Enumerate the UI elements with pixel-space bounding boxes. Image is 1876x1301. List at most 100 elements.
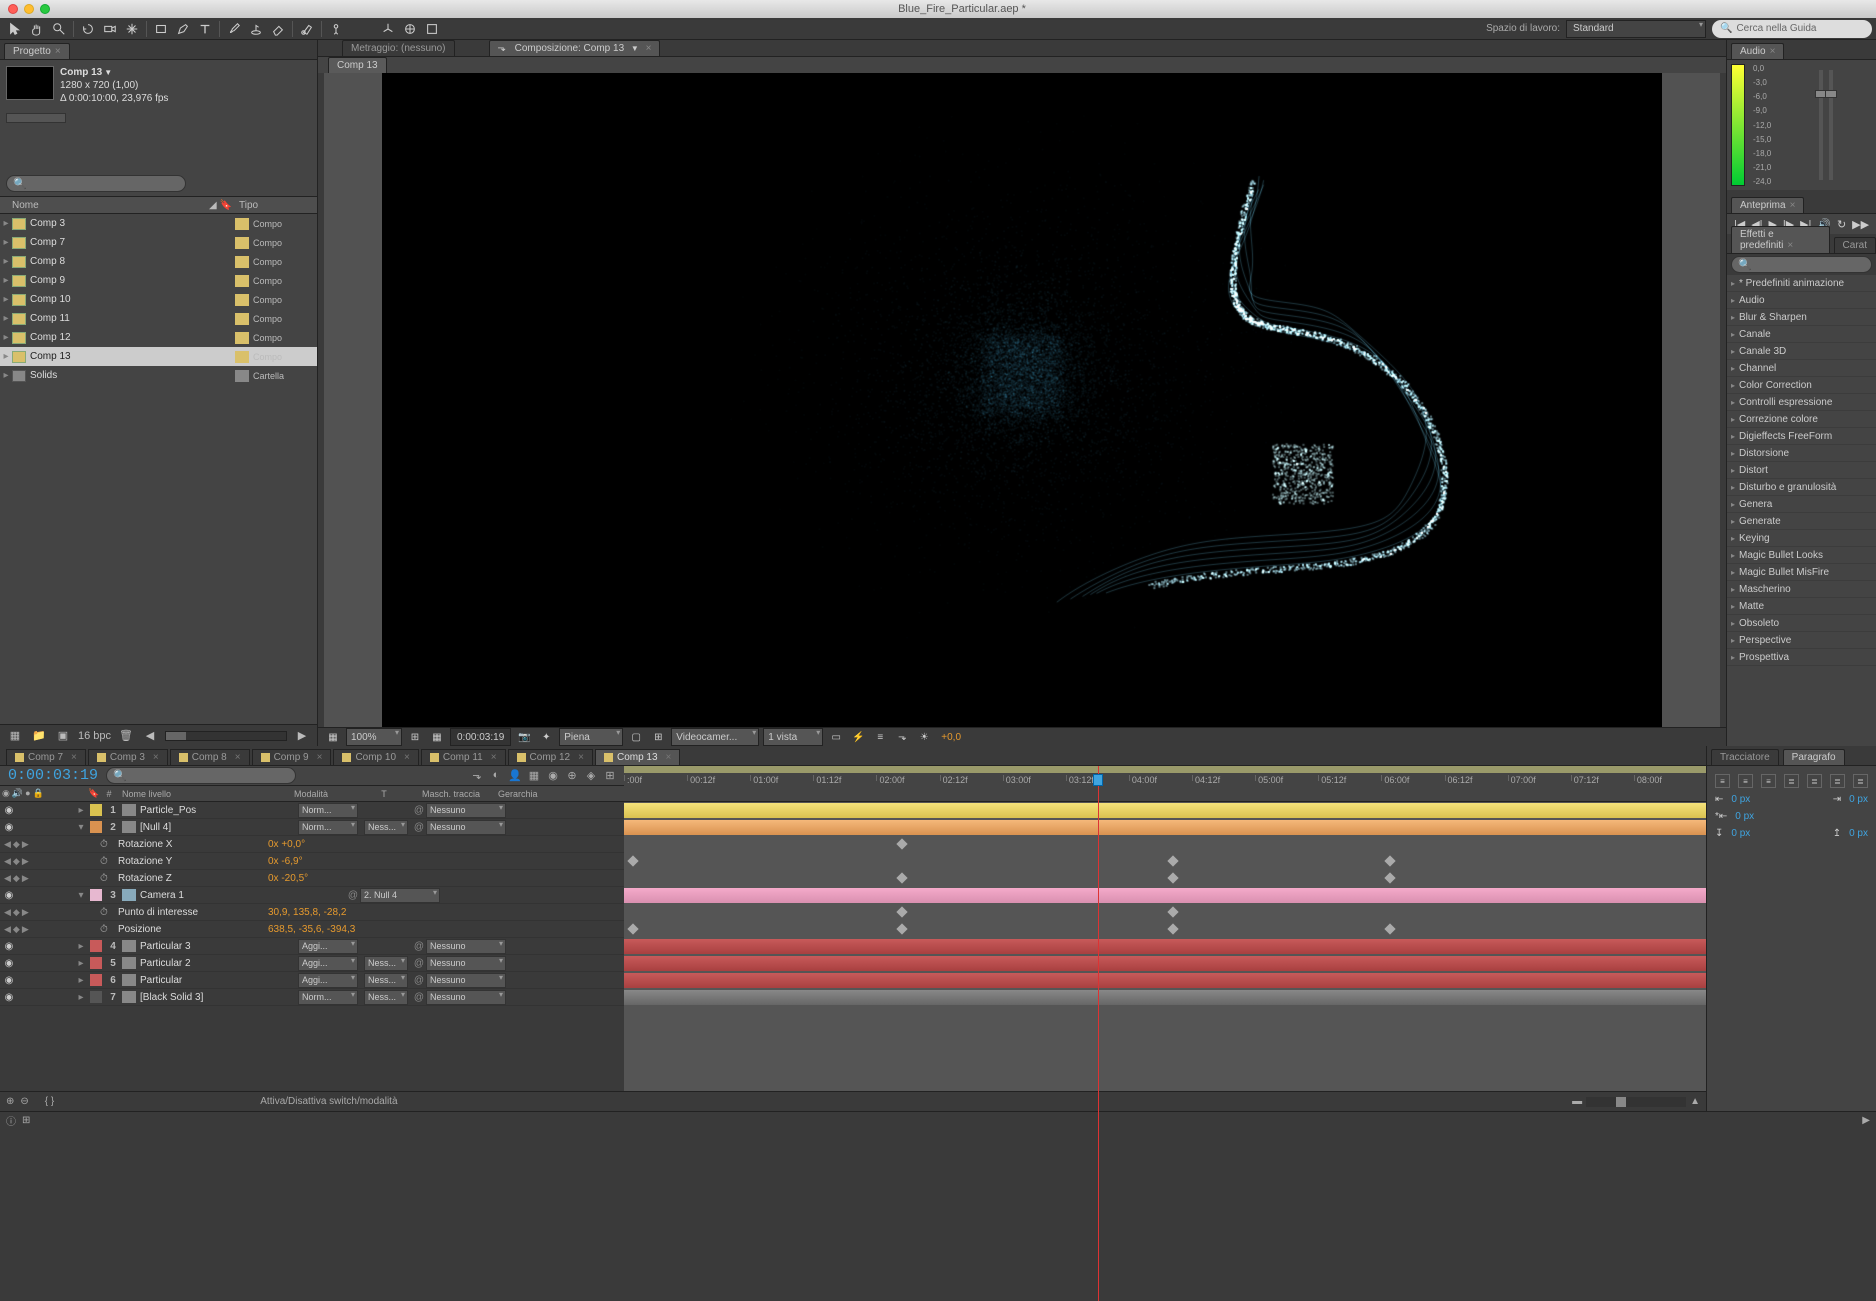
rotation-tool[interactable]	[77, 19, 99, 39]
loop-button[interactable]: ↻	[1837, 218, 1846, 231]
project-comp-row[interactable]: ▸Comp 11Compo	[0, 309, 317, 328]
timeline-layer-row[interactable]: ◉▸7[Black Solid 3]Norm...Ness...@Nessuno	[0, 989, 624, 1006]
space-after-value[interactable]: 0 px	[1849, 828, 1868, 839]
project-tab[interactable]: Progetto×	[4, 43, 70, 59]
effect-category-row[interactable]: ▸Disturbo e granulosità	[1727, 479, 1876, 496]
frame-blend-button[interactable]: ▦	[526, 769, 542, 783]
effect-category-row[interactable]: ▸Audio	[1727, 292, 1876, 309]
timeline-comp-tab[interactable]: Comp 12×	[508, 749, 593, 765]
effect-category-row[interactable]: ▸Perspective	[1727, 632, 1876, 649]
timeline-comp-tab[interactable]: Comp 7×	[6, 749, 86, 765]
pen-tool[interactable]	[172, 19, 194, 39]
keyframe[interactable]	[1384, 855, 1395, 866]
timeline-property-row[interactable]: ◀◆▶⏱Rotazione Z0x -20,5°	[0, 870, 624, 887]
keyframe[interactable]	[1384, 923, 1395, 934]
effects-list[interactable]: ▸* Predefiniti animazione▸Audio▸Blur & S…	[1727, 275, 1876, 746]
selection-tool[interactable]	[4, 19, 26, 39]
keyframe[interactable]	[896, 923, 907, 934]
snapshot-button[interactable]: 📷	[515, 728, 533, 746]
help-search[interactable]: 🔍 Cerca nella Guida	[1712, 20, 1872, 38]
project-folder-row[interactable]: ▸SolidsCartella	[0, 366, 317, 385]
align-center-button[interactable]: ≡	[1738, 774, 1753, 788]
project-hscroll[interactable]	[165, 731, 287, 741]
effect-category-row[interactable]: ▸Canale	[1727, 326, 1876, 343]
timeline-property-row[interactable]: ◀◆▶⏱Punto di interesse30,9, 135,8, -28,2	[0, 904, 624, 921]
keyframe[interactable]	[896, 838, 907, 849]
project-search[interactable]: 🔍	[6, 175, 186, 192]
effect-category-row[interactable]: ▸Mascherino	[1727, 581, 1876, 598]
brainstorm-button[interactable]: ⊕	[564, 769, 580, 783]
zoom-out-button[interactable]: ▬	[1572, 1096, 1582, 1107]
scroll-right-button[interactable]: ▶	[1862, 1115, 1870, 1126]
timeline-layer-row[interactable]: ◉▸6ParticularAggi...Ness...@Nessuno	[0, 972, 624, 989]
always-preview-toggle[interactable]: ▦	[324, 728, 342, 746]
view-axis-mode[interactable]	[421, 19, 443, 39]
workspace-select[interactable]: Standard	[1566, 20, 1706, 38]
timeline-layer-bars[interactable]	[624, 802, 1706, 1091]
project-comp-row[interactable]: ▸Comp 9Compo	[0, 271, 317, 290]
comp-mini-flowchart[interactable]: ⬎	[469, 769, 485, 783]
timeline-comp-tab[interactable]: Comp 13×	[595, 749, 680, 765]
delete-button[interactable]: 🗑	[117, 729, 135, 742]
zoom-window-button[interactable]	[40, 4, 50, 14]
effect-category-row[interactable]: ▸Magic Bullet MisFire	[1727, 564, 1876, 581]
grid-button[interactable]: ⊞	[649, 728, 667, 746]
zoom-tool[interactable]	[48, 19, 70, 39]
effect-category-row[interactable]: ▸Magic Bullet Looks	[1727, 547, 1876, 564]
effects-search[interactable]: 🔍	[1731, 256, 1872, 273]
composition-viewer[interactable]: Videocamera attiva	[324, 73, 1720, 727]
timeline-layer-outline[interactable]: ◉▸1Particle_PosNorm...@Nessuno◉▾2[Null 4…	[0, 802, 624, 1091]
timeline-layer-row[interactable]: ◉▸5Particular 2Aggi...Ness...@Nessuno	[0, 955, 624, 972]
thumbnail-size-slider[interactable]	[6, 113, 66, 123]
roto-brush-tool[interactable]	[296, 19, 318, 39]
effect-category-row[interactable]: ▸Channel	[1727, 360, 1876, 377]
timeline-layer-row[interactable]: ◉▸4Particular 3Aggi...@Nessuno	[0, 938, 624, 955]
timeline-layer-row[interactable]: ◉▾3Camera 1@2. Null 4	[0, 887, 624, 904]
keyframe[interactable]	[1167, 872, 1178, 883]
interpret-footage-button[interactable]: ▦	[6, 729, 24, 742]
project-column-headers[interactable]: Nome ◢ 🔖 Tipo	[0, 196, 317, 214]
effect-category-row[interactable]: ▸Prospettiva	[1727, 649, 1876, 666]
flowchart-icon[interactable]: ⬎	[498, 43, 506, 54]
keyframe[interactable]	[1384, 872, 1395, 883]
view-select[interactable]: Videocamer...	[671, 728, 759, 746]
comp-flowchart-button[interactable]: ⬎	[893, 728, 911, 746]
keyframe[interactable]	[627, 855, 638, 866]
new-folder-button[interactable]: 📁	[30, 729, 48, 742]
justify-last-center-button[interactable]: ≣	[1807, 774, 1822, 788]
timeline-property-row[interactable]: ◀◆▶⏱Rotazione Y0x -6,9°	[0, 853, 624, 870]
justify-last-right-button[interactable]: ≣	[1830, 774, 1845, 788]
effect-category-row[interactable]: ▸Digieffects FreeForm	[1727, 428, 1876, 445]
composition-tab[interactable]: ⬎ Composizione: Comp 13 ▼ ×	[489, 40, 661, 56]
zoom-select[interactable]: 100%	[346, 728, 402, 746]
effect-category-row[interactable]: ▸* Predefiniti animazione	[1727, 275, 1876, 292]
space-before-value[interactable]: 0 px	[1731, 828, 1750, 839]
toggle-switches-label[interactable]: Attiva/Disattiva switch/modalità	[260, 1096, 397, 1107]
effect-category-row[interactable]: ▸Blur & Sharpen	[1727, 309, 1876, 326]
keyframe[interactable]	[1167, 906, 1178, 917]
exposure-reset-button[interactable]: ☀	[915, 728, 933, 746]
project-comp-row[interactable]: ▸Comp 3Compo	[0, 214, 317, 233]
toggle-modes-button[interactable]: ⊖	[20, 1096, 28, 1107]
timeline-comp-tab[interactable]: Comp 9×	[252, 749, 332, 765]
keyframe[interactable]	[896, 872, 907, 883]
eraser-tool[interactable]	[267, 19, 289, 39]
justify-all-button[interactable]: ≣	[1853, 774, 1868, 788]
effect-category-row[interactable]: ▸Distorsione	[1727, 445, 1876, 462]
roi-button[interactable]: ▢	[627, 728, 645, 746]
keyframe[interactable]	[1167, 855, 1178, 866]
bpc-button[interactable]: 16 bpc	[78, 730, 111, 742]
clone-stamp-tool[interactable]	[245, 19, 267, 39]
brush-tool[interactable]	[223, 19, 245, 39]
timeline-zoom-slider[interactable]	[1586, 1097, 1686, 1107]
comp-timecode[interactable]: 0:00:03:19	[450, 728, 511, 746]
pan-behind-tool[interactable]	[121, 19, 143, 39]
timeline-timecode[interactable]: 0:00:03:19	[0, 767, 98, 784]
timeline-layer-row[interactable]: ◉▸1Particle_PosNorm...@Nessuno	[0, 802, 624, 819]
resolution-icon[interactable]: ⊞	[406, 728, 424, 746]
current-time-indicator[interactable]	[1098, 766, 1099, 1301]
effect-category-row[interactable]: ▸Color Correction	[1727, 377, 1876, 394]
motion-blur-button[interactable]: ◉	[545, 769, 561, 783]
project-item-list[interactable]: ▸Comp 3Compo▸Comp 7Compo▸Comp 8Compo▸Com…	[0, 214, 317, 724]
minimize-window-button[interactable]	[24, 4, 34, 14]
